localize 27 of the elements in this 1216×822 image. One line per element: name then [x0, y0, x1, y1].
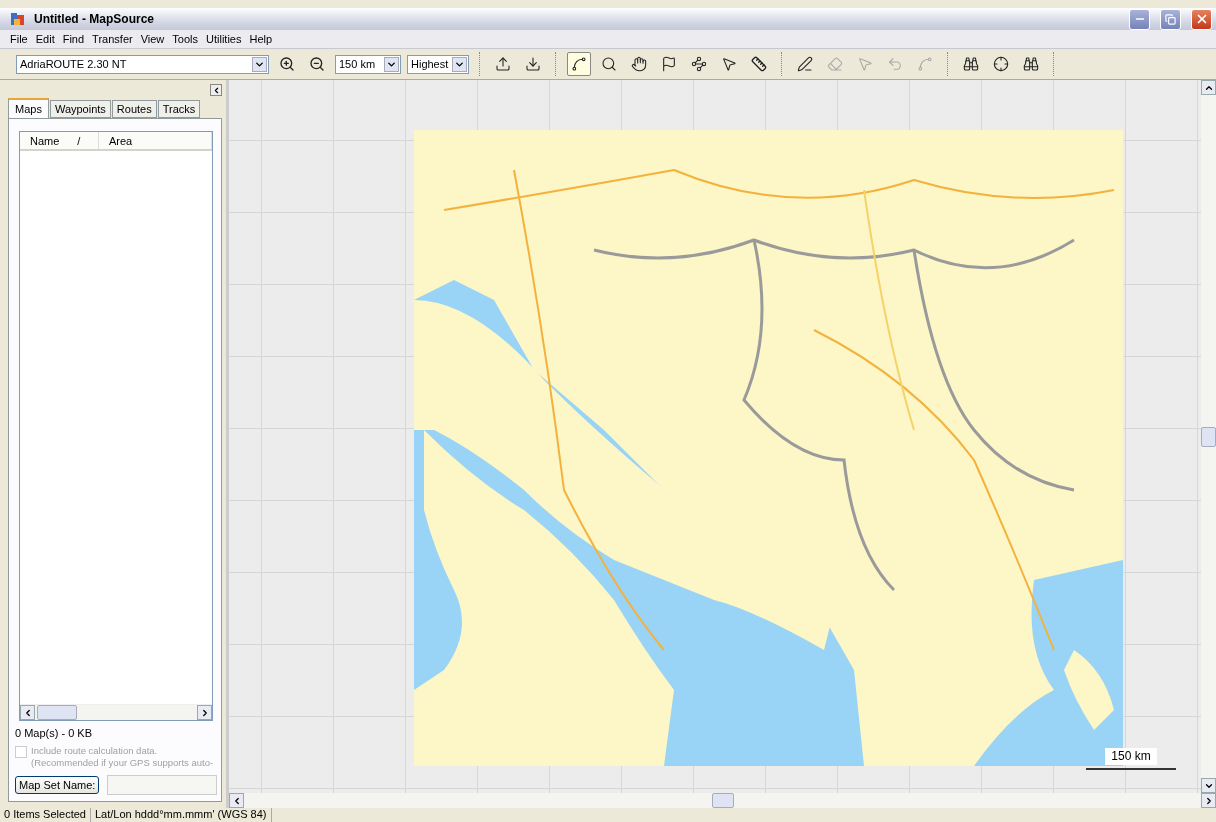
menu-item[interactable]: Edit	[31, 33, 59, 45]
menu-item[interactable]: Tools	[168, 33, 202, 45]
menu-item[interactable]: View	[136, 33, 169, 45]
panel-tab[interactable]: Routes	[111, 100, 157, 118]
map-product-dropdown[interactable]: AdriaROUTE 2.30 NT	[16, 54, 269, 74]
maps-summary: 0 Map(s) - 0 KB	[15, 727, 94, 739]
panel-tab[interactable]: Tracks	[157, 100, 201, 118]
window-title: Untitled - MapSource	[34, 12, 155, 26]
panel-tab[interactable]: Maps	[8, 98, 49, 118]
map-canvas[interactable]: 150 km	[229, 80, 1201, 793]
menu-item[interactable]: Help	[245, 33, 277, 45]
column-header[interactable]: Area	[109, 134, 133, 147]
column-header[interactable]: Name	[30, 134, 60, 147]
map-set-name-button[interactable]: Map Set Name:	[15, 776, 100, 794]
panel-tab[interactable]: Waypoints	[49, 100, 111, 118]
sort-indicator: /	[77, 134, 81, 147]
scale-bar: 150 km	[1086, 748, 1176, 770]
checkbox-note: (Recommended if your GPS supports auto-	[31, 757, 214, 769]
zoom-scale-dropdown[interactable]: 150 km	[335, 54, 401, 74]
menu-item[interactable]: Transfer	[88, 33, 137, 45]
detail-dropdown[interactable]: Highest	[407, 54, 469, 74]
menu-item[interactable]: File	[6, 33, 32, 45]
menu-item[interactable]: Utilities	[202, 33, 246, 45]
status-text: Lat/Lon hddd°mm.mmm' (WGS 84)	[90, 808, 272, 822]
status-text: 0 Items Selected	[0, 808, 91, 822]
checkbox-label: Include route calculation data.	[31, 745, 159, 757]
menu-item[interactable]: Find	[58, 33, 89, 45]
